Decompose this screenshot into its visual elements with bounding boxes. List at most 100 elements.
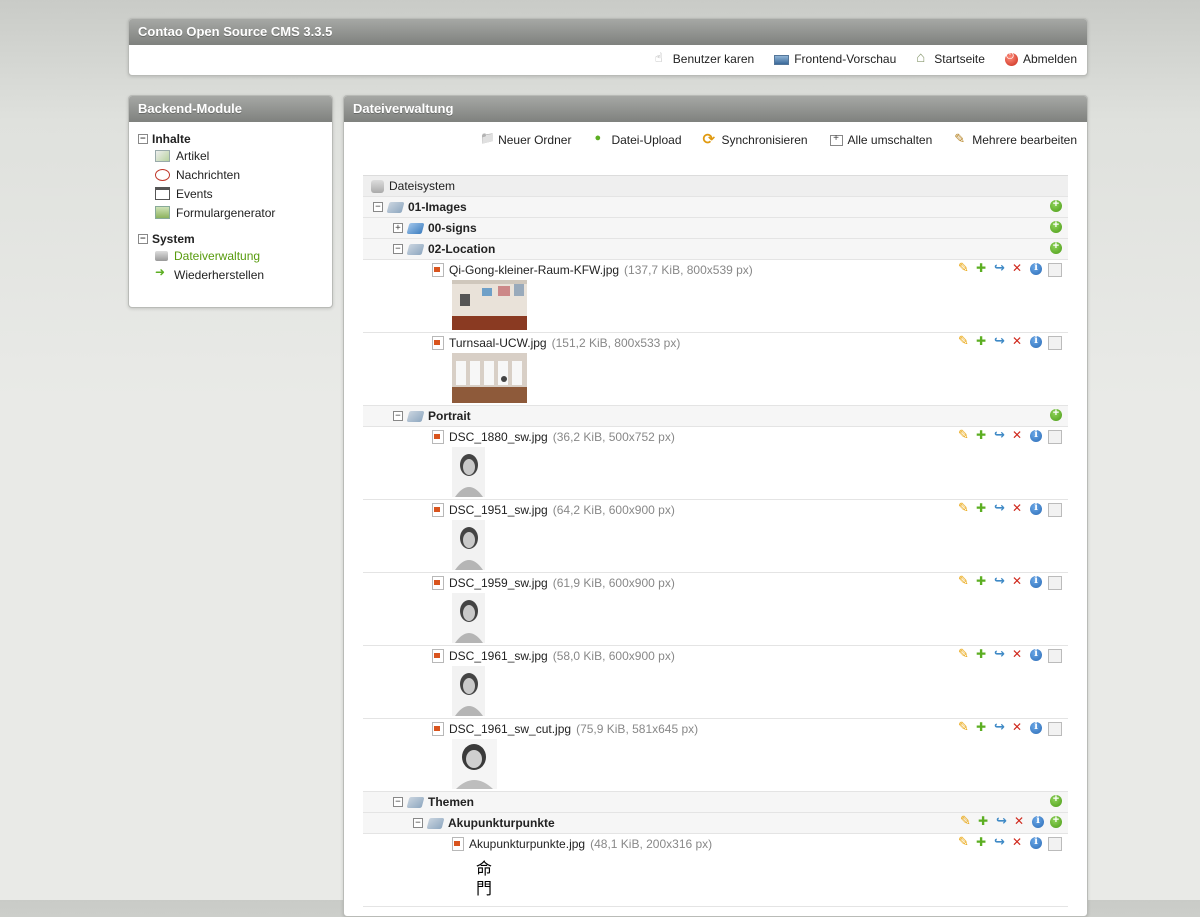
image-thumbnail[interactable] bbox=[452, 520, 485, 570]
edit-icon[interactable] bbox=[960, 813, 972, 829]
move-icon[interactable] bbox=[994, 573, 1006, 589]
edit-icon[interactable] bbox=[958, 834, 970, 850]
collapse-toggle-icon[interactable]: − bbox=[138, 133, 148, 144]
info-icon[interactable] bbox=[1030, 575, 1042, 588]
file-row[interactable]: DSC_1959_sw.jpg (61,9 KiB, 600x900 px) bbox=[363, 573, 1068, 646]
upload-into-folder-icon[interactable] bbox=[1050, 198, 1062, 212]
move-icon[interactable] bbox=[994, 646, 1006, 662]
folder-row[interactable]: − Akupunkturpunkte bbox=[363, 813, 1068, 834]
folder-name[interactable]: 02-Location bbox=[428, 242, 495, 256]
image-thumbnail[interactable] bbox=[452, 280, 527, 330]
image-thumbnail[interactable] bbox=[452, 739, 497, 789]
file-row[interactable]: Akupunkturpunkte.jpg (48,1 KiB, 200x316 p… bbox=[363, 834, 1068, 907]
edit-icon[interactable] bbox=[958, 427, 970, 443]
edit-icon[interactable] bbox=[958, 500, 970, 516]
sidebar-item-wiederherstellen[interactable]: Wiederherstellen bbox=[129, 265, 332, 284]
mehrere-bearbeiten-button[interactable]: Mehrere bearbeiten bbox=[954, 131, 1077, 148]
delete-icon[interactable] bbox=[1012, 428, 1024, 442]
collapse-toggle-icon[interactable]: − bbox=[138, 233, 148, 244]
folder-name[interactable]: 01-Images bbox=[408, 200, 467, 214]
source-icon[interactable] bbox=[1048, 503, 1062, 517]
tree-root[interactable]: Dateisystem bbox=[363, 175, 1068, 197]
folder-name[interactable]: Akupunkturpunkte bbox=[448, 816, 555, 830]
duplicate-icon[interactable] bbox=[976, 334, 988, 348]
file-name[interactable]: Akupunkturpunkte.jpg bbox=[469, 837, 585, 851]
header-link-frontend-vorschau[interactable]: Frontend-Vorschau bbox=[774, 52, 896, 66]
delete-icon[interactable] bbox=[1012, 720, 1024, 734]
expand-toggle-icon[interactable]: + bbox=[393, 223, 403, 233]
upload-into-folder-icon[interactable] bbox=[1050, 793, 1062, 807]
edit-icon[interactable] bbox=[958, 333, 970, 349]
info-icon[interactable] bbox=[1030, 648, 1042, 661]
delete-icon[interactable] bbox=[1012, 334, 1024, 348]
edit-icon[interactable] bbox=[958, 719, 970, 735]
header-link-abmelden[interactable]: Abmelden bbox=[1004, 51, 1077, 66]
duplicate-icon[interactable] bbox=[976, 647, 988, 661]
collapse-toggle-icon[interactable]: − bbox=[393, 244, 403, 254]
sidebar-item-formulargenerator[interactable]: Formulargenerator bbox=[129, 203, 332, 222]
file-row[interactable]: Turnsaal-UCW.jpg (151,2 KiB, 800x533 px) bbox=[363, 333, 1068, 406]
move-icon[interactable] bbox=[994, 719, 1006, 735]
duplicate-icon[interactable] bbox=[976, 835, 988, 849]
upload-into-folder-icon[interactable] bbox=[1050, 240, 1062, 254]
move-icon[interactable] bbox=[994, 260, 1006, 276]
nav-group-header[interactable]: − System bbox=[129, 231, 332, 246]
file-name[interactable]: DSC_1951_sw.jpg bbox=[449, 503, 548, 517]
move-icon[interactable] bbox=[994, 333, 1006, 349]
synchronisieren-button[interactable]: Synchronisieren bbox=[703, 130, 808, 148]
collapse-toggle-icon[interactable]: − bbox=[393, 797, 403, 807]
duplicate-icon[interactable] bbox=[978, 814, 990, 828]
file-row[interactable]: Qi-Gong-kleiner-Raum-KFW.jpg (137,7 KiB, … bbox=[363, 260, 1068, 333]
folder-row[interactable]: +00-signs bbox=[363, 218, 1068, 239]
image-thumbnail[interactable] bbox=[452, 447, 485, 497]
file-row[interactable]: DSC_1951_sw.jpg (64,2 KiB, 600x900 px) bbox=[363, 500, 1068, 573]
header-link-benutzer-karen[interactable]: Benutzer karen bbox=[655, 50, 754, 67]
folder-row[interactable]: − 01-Images bbox=[363, 197, 1068, 218]
nav-group-header[interactable]: − Inhalte bbox=[129, 131, 332, 146]
delete-icon[interactable] bbox=[1012, 835, 1024, 849]
move-icon[interactable] bbox=[994, 427, 1006, 443]
edit-icon[interactable] bbox=[958, 260, 970, 276]
source-icon[interactable] bbox=[1048, 336, 1062, 350]
info-icon[interactable] bbox=[1030, 502, 1042, 515]
info-icon[interactable] bbox=[1032, 815, 1044, 828]
source-icon[interactable] bbox=[1048, 430, 1062, 444]
file-name[interactable]: DSC_1880_sw.jpg bbox=[449, 430, 548, 444]
sidebar-item-events[interactable]: Events bbox=[129, 184, 332, 203]
info-icon[interactable] bbox=[1030, 836, 1042, 849]
header-link-startseite[interactable]: Startseite bbox=[916, 49, 985, 67]
move-icon[interactable] bbox=[996, 813, 1008, 829]
file-name[interactable]: DSC_1959_sw.jpg bbox=[449, 576, 548, 590]
file-row[interactable]: DSC_1961_sw.jpg (58,0 KiB, 600x900 px) bbox=[363, 646, 1068, 719]
folder-name[interactable]: Portrait bbox=[428, 409, 471, 423]
move-icon[interactable] bbox=[994, 834, 1006, 850]
duplicate-icon[interactable] bbox=[976, 428, 988, 442]
collapse-toggle-icon[interactable]: − bbox=[393, 411, 403, 421]
file-name[interactable]: DSC_1961_sw_cut.jpg bbox=[449, 722, 571, 736]
file-row[interactable]: DSC_1961_sw_cut.jpg (75,9 KiB, 581x645 px… bbox=[363, 719, 1068, 792]
image-thumbnail[interactable] bbox=[452, 353, 527, 403]
info-icon[interactable] bbox=[1030, 262, 1042, 275]
info-icon[interactable] bbox=[1030, 721, 1042, 734]
duplicate-icon[interactable] bbox=[976, 574, 988, 588]
image-thumbnail[interactable] bbox=[452, 593, 485, 643]
folder-row[interactable]: − Themen bbox=[363, 792, 1068, 813]
collapse-toggle-icon[interactable]: − bbox=[413, 818, 423, 828]
upload-into-folder-icon[interactable] bbox=[1050, 814, 1062, 828]
file-name[interactable]: DSC_1961_sw.jpg bbox=[449, 649, 548, 663]
file-name[interactable]: Qi-Gong-kleiner-Raum-KFW.jpg bbox=[449, 263, 619, 277]
info-icon[interactable] bbox=[1030, 335, 1042, 348]
sidebar-item-artikel[interactable]: Artikel bbox=[129, 146, 332, 165]
folder-row[interactable]: − Portrait bbox=[363, 406, 1068, 427]
source-icon[interactable] bbox=[1048, 837, 1062, 851]
delete-icon[interactable] bbox=[1012, 501, 1024, 515]
edit-icon[interactable] bbox=[958, 573, 970, 589]
file-row[interactable]: DSC_1880_sw.jpg (36,2 KiB, 500x752 px) bbox=[363, 427, 1068, 500]
upload-into-folder-icon[interactable] bbox=[1050, 219, 1062, 233]
delete-icon[interactable] bbox=[1012, 647, 1024, 661]
folder-name[interactable]: 00-signs bbox=[428, 221, 477, 235]
image-thumbnail[interactable] bbox=[452, 666, 485, 716]
delete-icon[interactable] bbox=[1012, 261, 1024, 275]
image-thumbnail[interactable]: 命門 bbox=[472, 854, 504, 904]
source-icon[interactable] bbox=[1048, 722, 1062, 736]
